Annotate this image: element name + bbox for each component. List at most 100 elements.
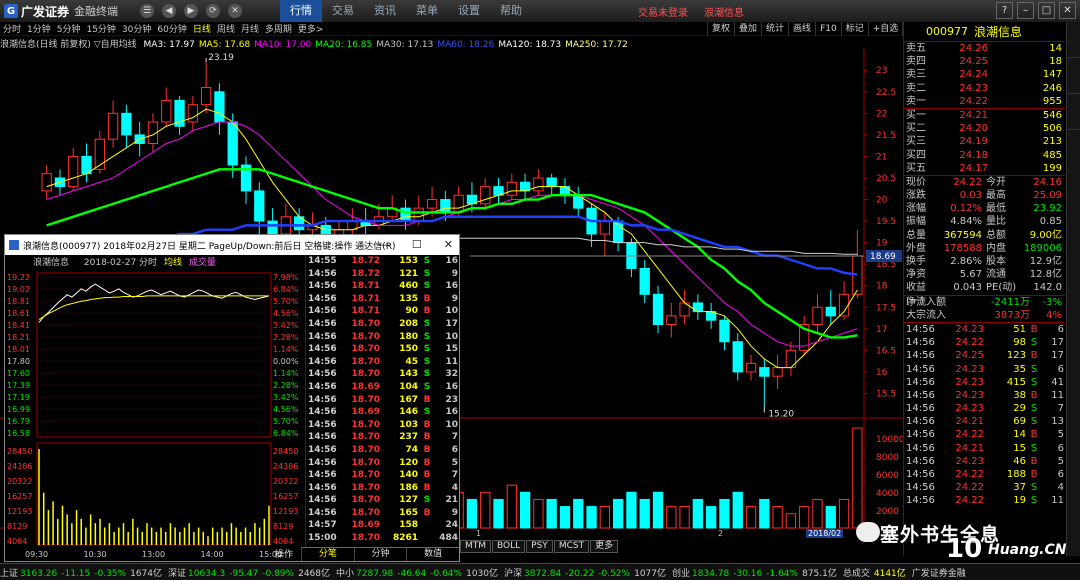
tick-side: B	[1030, 389, 1038, 401]
tick-row: 14:56 24.23 51 B 6	[904, 323, 1065, 336]
chart-tool-5[interactable]: 标记	[840, 22, 868, 36]
indicator-tab-2[interactable]: PSY	[526, 540, 553, 553]
index-quote[interactable]: 沪深 3872.84 -20.22 -0.52% 1077亿	[504, 566, 666, 579]
asks-row[interactable]: 卖四 24.25 18	[904, 55, 1065, 68]
chart-tool-0[interactable]: 复权	[707, 22, 734, 36]
side-tab-3[interactable]	[1067, 94, 1080, 130]
asks-volume: 246	[1042, 82, 1062, 94]
popup-tab-0[interactable]: 分笔	[301, 548, 354, 561]
popup-ops-button[interactable]: 操作	[275, 547, 293, 560]
popup-close-icon[interactable]: ✕	[444, 238, 453, 251]
chart-tool-6[interactable]: +自选	[867, 22, 903, 36]
top-menu-item-0[interactable]: 行情	[280, 0, 323, 22]
top-menu-item-5[interactable]: 帮助	[490, 0, 532, 22]
side-tab-2[interactable]	[1067, 58, 1080, 94]
side-tab-1[interactable]	[1067, 22, 1080, 58]
indicator-tab-4[interactable]: 更多	[590, 540, 619, 553]
period-tab-5[interactable]: 60分钟	[154, 22, 189, 35]
popup-tick-price: 18.70	[351, 470, 380, 481]
stat-value: 24.16	[1033, 176, 1062, 188]
period-tab-7[interactable]: 周线	[214, 22, 238, 35]
volume-bar	[838, 498, 850, 529]
back-icon[interactable]: ◀	[162, 4, 177, 18]
volume-bar	[533, 498, 544, 529]
period-tab-6[interactable]: 日线	[190, 22, 214, 35]
asks-row[interactable]: 卖五 24.26 14	[904, 42, 1065, 55]
popup-minimize-icon[interactable]: —	[379, 238, 390, 251]
bids-row[interactable]: 买一 24.21 546	[904, 109, 1065, 122]
popup-maximize-icon[interactable]: ☐	[412, 238, 422, 251]
tick-count: 5	[1057, 429, 1064, 441]
asks-row[interactable]: 卖一 24.22 955	[904, 95, 1065, 108]
indicator-tab-1[interactable]: BOLL	[492, 540, 526, 553]
bids-row[interactable]: 买五 24.17 199	[904, 162, 1065, 175]
popup-tick-row: 14:57 18.69 158 24	[306, 519, 459, 532]
candle-body	[533, 177, 544, 192]
period-tab-0[interactable]: 分时	[0, 22, 24, 35]
popup-tick-row: 14:56 18.70 208 S 17	[306, 318, 459, 331]
stat-label: 流通	[986, 269, 1006, 281]
intraday-pct-tick: 2.28%	[273, 333, 299, 342]
index-quote[interactable]: 创业 1834.78 -30.16 -1.64% 875.1亿	[672, 566, 837, 579]
period-tab-2[interactable]: 5分钟	[54, 22, 84, 35]
popup-tick-count: 16	[445, 407, 458, 418]
popup-tab-1[interactable]: 分钟	[353, 548, 407, 561]
bids-volume: 546	[1042, 109, 1062, 121]
popup-tick-side: B	[423, 432, 431, 443]
period-tab-9[interactable]: 多周期	[262, 22, 295, 35]
candle-body	[719, 319, 730, 343]
indicator-tab-0[interactable]: MTM	[460, 540, 492, 553]
chart-tool-3[interactable]: 画线	[788, 22, 815, 36]
tick-time: 14:56	[906, 416, 935, 428]
popup-tick-list[interactable]: 14:55 18.72 153 S 16 14:56 18.72 121 S 9 14:56 18.7…	[305, 255, 459, 547]
volume-bar	[466, 498, 478, 529]
asks-row[interactable]: 卖三 24.24 147	[904, 68, 1065, 81]
top-menu-item-4[interactable]: 设置	[448, 0, 490, 22]
bids-row[interactable]: 买三 24.19 213	[904, 135, 1065, 148]
index-quote[interactable]: 中小 7287.98 -46.64 -0.64% 1030亿	[336, 566, 498, 579]
maximize-icon[interactable]: □	[1038, 2, 1055, 19]
intraday-chart[interactable]: 19.22 7.98% 19.02 6.84% 18.81 5.70% 18.61 4.56%…	[5, 267, 301, 561]
help-icon[interactable]: ?	[996, 2, 1013, 19]
top-menu-item-3[interactable]: 菜单	[406, 0, 448, 22]
tick-price: 24.21	[955, 442, 984, 454]
login-status[interactable]: 交易未登录	[638, 4, 688, 19]
volume-bar	[785, 513, 797, 529]
chart-tool-4[interactable]: F10	[815, 22, 841, 36]
top-menu-item-2[interactable]: 资讯	[364, 0, 406, 22]
period-tab-4[interactable]: 30分钟	[119, 22, 154, 35]
nav-arrows: ☰ ◀ ▶ ⟳ ✕	[140, 4, 243, 18]
asks-label: 卖四	[906, 56, 926, 68]
bids-row[interactable]: 买二 24.20 506	[904, 122, 1065, 135]
asks-price: 24.25	[959, 56, 988, 68]
tick-volume: 14	[1013, 429, 1026, 441]
price-tick-label: 22	[876, 109, 887, 119]
period-tab-1[interactable]: 1分钟	[24, 22, 54, 35]
menu-icon[interactable]: ☰	[140, 4, 155, 18]
minimize-icon[interactable]: –	[1017, 2, 1034, 19]
forward-icon[interactable]: ▶	[184, 4, 199, 18]
period-tab-3[interactable]: 15分钟	[83, 22, 118, 35]
indicator-tab-3[interactable]: MCST	[553, 540, 590, 553]
period-tab-8[interactable]: 月线	[238, 22, 262, 35]
top-menu-item-1[interactable]: 交易	[322, 0, 364, 22]
tick-list[interactable]: 14:56 24.23 51 B 6 14:56 24.22 98 S 17 14:56 24.25 1…	[904, 323, 1065, 508]
stat-value: 0.03	[959, 190, 982, 202]
popup-tab-2[interactable]: 数值	[406, 548, 459, 561]
side-strip	[1066, 22, 1080, 556]
popup-tick-count: 23	[445, 394, 458, 405]
asks-row[interactable]: 卖二 24.23 246	[904, 82, 1065, 95]
collapse-icon[interactable]: ✕	[228, 4, 243, 18]
index-quote[interactable]: 深证 10634.3 -95.47 -0.89% 2468亿	[168, 566, 330, 579]
stat-row: 净资 5.67 流通 12.8亿	[904, 268, 1065, 281]
popup-title-bar[interactable]: 浪潮信息(000977) 2018年02月27日 星期二 PageUp/Down…	[5, 235, 459, 255]
price-tick-label: 18	[876, 282, 888, 292]
chart-tool-1[interactable]: 叠加	[734, 22, 761, 36]
close-icon[interactable]: ✕	[1059, 2, 1076, 19]
index-quote[interactable]: 上证 3163.26 -11.15 -0.35% 1674亿	[0, 566, 162, 579]
refresh-icon[interactable]: ⟳	[206, 4, 221, 18]
period-tab-10[interactable]: 更多>	[295, 22, 327, 35]
ask-book: 卖五 24.26 14 卖四 24.25 18 卖三 24.24 147 卖二 24.23 246 卖一…	[904, 42, 1065, 108]
chart-tool-2[interactable]: 统计	[761, 22, 788, 36]
bids-row[interactable]: 买四 24.18 485	[904, 149, 1065, 162]
